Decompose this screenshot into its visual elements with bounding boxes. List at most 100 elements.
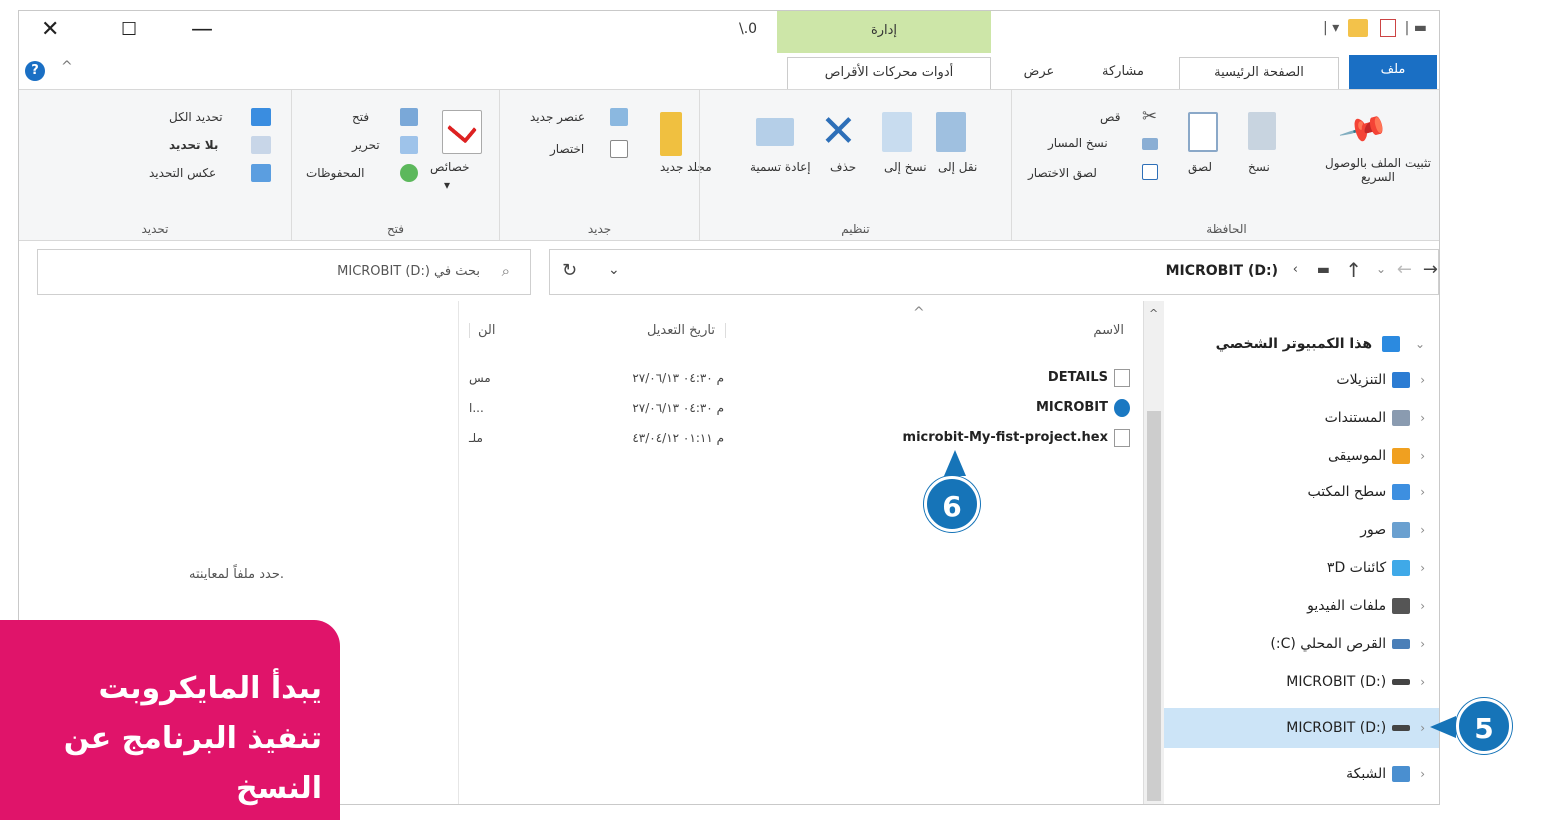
file-row[interactable]: MICROBIT ۲۷/۰٦/۱۳ م ۰٤:۳۰ ا... xyxy=(459,397,1144,419)
collapse-chevron-icon[interactable]: ‹ xyxy=(1420,411,1425,425)
nav-item-pictures[interactable]: ‹ صور xyxy=(1360,515,1425,545)
invert-selection-button[interactable]: عكس التحديد xyxy=(149,166,216,180)
collapse-chevron-icon[interactable]: ‹ xyxy=(1420,599,1425,613)
select-all-button[interactable]: تحديد الكل xyxy=(169,110,223,124)
new-item-button[interactable]: عنصر جديد xyxy=(530,110,585,124)
paste-button[interactable]: لصق xyxy=(1188,160,1212,174)
close-icon[interactable]: ✕ xyxy=(41,15,59,45)
select-none-button[interactable]: بلا تحديد xyxy=(169,138,218,152)
group-open-label: فتح xyxy=(386,222,405,236)
tab-drive-tools[interactable]: أدوات محركات الأقراص xyxy=(787,57,991,89)
computer-icon xyxy=(1382,336,1401,352)
nav-item-local-disk[interactable]: ‹ القرص المحلي (C:) xyxy=(1270,629,1425,659)
nav-item-3d-objects[interactable]: ‹ كائنات ۳D xyxy=(1327,553,1425,583)
recent-dropdown-icon[interactable]: ⌄ xyxy=(1376,262,1386,276)
easy-access-button[interactable]: اختصار xyxy=(550,142,584,156)
select-all-icon xyxy=(251,108,271,126)
file-type: مس xyxy=(469,371,491,385)
paste-shortcut-button[interactable]: لصق الاختصار xyxy=(1028,166,1097,180)
window-version: \.0 xyxy=(739,21,758,37)
expand-chevron-icon[interactable]: ⌄ xyxy=(1415,337,1425,351)
pin-icon: 📌 xyxy=(1337,102,1391,156)
file-row[interactable]: microbit-My-fist-project.hex ٤۳/۰٤/۱۲ م … xyxy=(459,427,1144,449)
edit-button[interactable]: تحرير xyxy=(352,138,380,152)
collapse-chevron-icon[interactable]: ‹ xyxy=(1420,637,1425,651)
nav-item-documents[interactable]: ‹ المستندات xyxy=(1325,403,1425,433)
address-path[interactable]: MICROBIT (D:) xyxy=(1166,263,1278,279)
collapse-chevron-icon[interactable]: ‹ xyxy=(1420,523,1425,537)
tab-share[interactable]: مشاركة xyxy=(1081,57,1165,89)
back-arrow-icon[interactable]: → xyxy=(1423,259,1438,280)
history-button[interactable]: المحفوظات xyxy=(306,166,364,180)
nav-item-downloads[interactable]: ‹ التنزيلات xyxy=(1336,365,1425,395)
sort-indicator-icon: ^ xyxy=(913,305,925,321)
properties-button[interactable]: خصائص xyxy=(430,160,470,174)
help-icon[interactable]: ? xyxy=(25,61,45,81)
copy-button[interactable]: نسخ xyxy=(1248,160,1270,174)
qat-dropdown-icon[interactable]: ▾ xyxy=(1332,20,1339,36)
copy-path-button[interactable]: نسخ المسار xyxy=(1048,136,1108,150)
nav-item-microbit-selected[interactable]: ‹ MICROBIT (D:) xyxy=(1286,713,1425,743)
column-date[interactable]: تاريخ التعديل xyxy=(647,323,726,338)
edge-icon xyxy=(1114,398,1130,417)
properties-doc-icon[interactable] xyxy=(1380,19,1397,37)
file-row[interactable]: DETAILS ۲۷/۰٦/۱۳ م ۰٤:۳۰ مس xyxy=(459,367,1144,389)
file-type: ملـ xyxy=(469,431,483,445)
nav-item-network[interactable]: ‹ الشبكة xyxy=(1346,759,1425,789)
invert-selection-icon xyxy=(251,164,271,182)
rename-button[interactable]: إعادة تسمية xyxy=(750,160,811,174)
collapse-chevron-icon[interactable]: ‹ xyxy=(1420,721,1425,735)
new-item-icon xyxy=(610,108,628,126)
nav-label: الشبكة xyxy=(1346,766,1387,782)
collapse-chevron-icon[interactable]: ‹ xyxy=(1420,561,1425,575)
column-name[interactable]: الاسم xyxy=(1093,323,1124,338)
collapse-chevron-icon[interactable]: ‹ xyxy=(1420,485,1425,499)
collapse-ribbon-icon[interactable]: ^ xyxy=(61,59,73,75)
copy-to-button[interactable]: نسخ إلى xyxy=(884,160,927,174)
collapse-chevron-icon[interactable]: ‹ xyxy=(1420,767,1425,781)
nav-item-music[interactable]: ‹ الموسيقى xyxy=(1328,441,1425,471)
column-type[interactable]: الن xyxy=(469,323,495,338)
nav-item-videos[interactable]: ‹ ملفات الفيديو xyxy=(1307,591,1425,621)
up-arrow-icon[interactable]: ↑ xyxy=(1345,258,1362,282)
nav-item-desktop[interactable]: ‹ سطح المكتب xyxy=(1308,477,1425,507)
maximize-icon[interactable]: ☐ xyxy=(121,15,137,45)
minimize-icon[interactable]: — xyxy=(191,15,213,45)
address-bar[interactable]: ↻ ⌄ MICROBIT (D:) ‹ ▬ ↑ ⌄ ← → xyxy=(549,249,1439,295)
refresh-icon[interactable]: ↻ xyxy=(562,260,577,281)
tab-view[interactable]: عرض xyxy=(1009,57,1069,89)
address-dropdown-icon[interactable]: ⌄ xyxy=(608,262,620,278)
rename-icon xyxy=(756,118,794,146)
open-button[interactable]: فتح xyxy=(352,110,369,124)
group-new: مجلد جديد عنصر جديد اختصار جديد xyxy=(499,90,712,240)
scroll-up-icon[interactable]: ^ xyxy=(1149,307,1158,320)
manage-context-label: إدارة xyxy=(777,11,991,53)
ribbon: تحديد الكل بلا تحديد عكس التحديد تحديد خ… xyxy=(19,89,1439,241)
nav-scrollbar[interactable]: ^ xyxy=(1144,301,1164,804)
search-box[interactable]: ⌕ بحث في MICROBIT (D:) xyxy=(37,249,531,295)
scrollbar-thumb[interactable] xyxy=(1147,411,1161,801)
nav-label: سطح المكتب xyxy=(1307,484,1387,500)
callout-5: 5 xyxy=(1456,698,1512,754)
collapse-chevron-icon[interactable]: ‹ xyxy=(1420,373,1425,387)
pin-quick-access-button[interactable]: تثبيت الملف بالوصول السريع xyxy=(1320,156,1436,184)
select-none-icon xyxy=(251,136,271,154)
copy-icon xyxy=(1248,112,1276,150)
file-name-text: microbit-My-fist-project.hex xyxy=(902,430,1108,445)
desktop-icon xyxy=(1392,484,1411,500)
nav-item-microbit[interactable]: ‹ MICROBIT (D:) xyxy=(1286,667,1425,697)
folder-icon[interactable] xyxy=(1347,19,1368,37)
properties-dropdown-icon[interactable]: ▾ xyxy=(444,178,450,192)
nav-label: صور xyxy=(1360,522,1387,538)
cut-button[interactable]: قص xyxy=(1100,110,1120,124)
move-to-button[interactable]: نقل إلى xyxy=(938,160,977,174)
delete-button[interactable]: حذف xyxy=(830,160,856,174)
forward-arrow-icon[interactable]: ← xyxy=(1397,259,1412,280)
group-new-label: جديد xyxy=(587,222,612,236)
breadcrumb-chevron-icon[interactable]: ‹ xyxy=(1293,262,1298,277)
collapse-chevron-icon[interactable]: ‹ xyxy=(1420,675,1425,689)
collapse-chevron-icon[interactable]: ‹ xyxy=(1420,449,1425,463)
tab-home[interactable]: الصفحة الرئيسية xyxy=(1179,57,1339,89)
nav-this-pc[interactable]: ⌄ هذا الكمبيوتر الشخصي xyxy=(1216,329,1425,359)
tab-file[interactable]: ملف xyxy=(1349,55,1437,89)
